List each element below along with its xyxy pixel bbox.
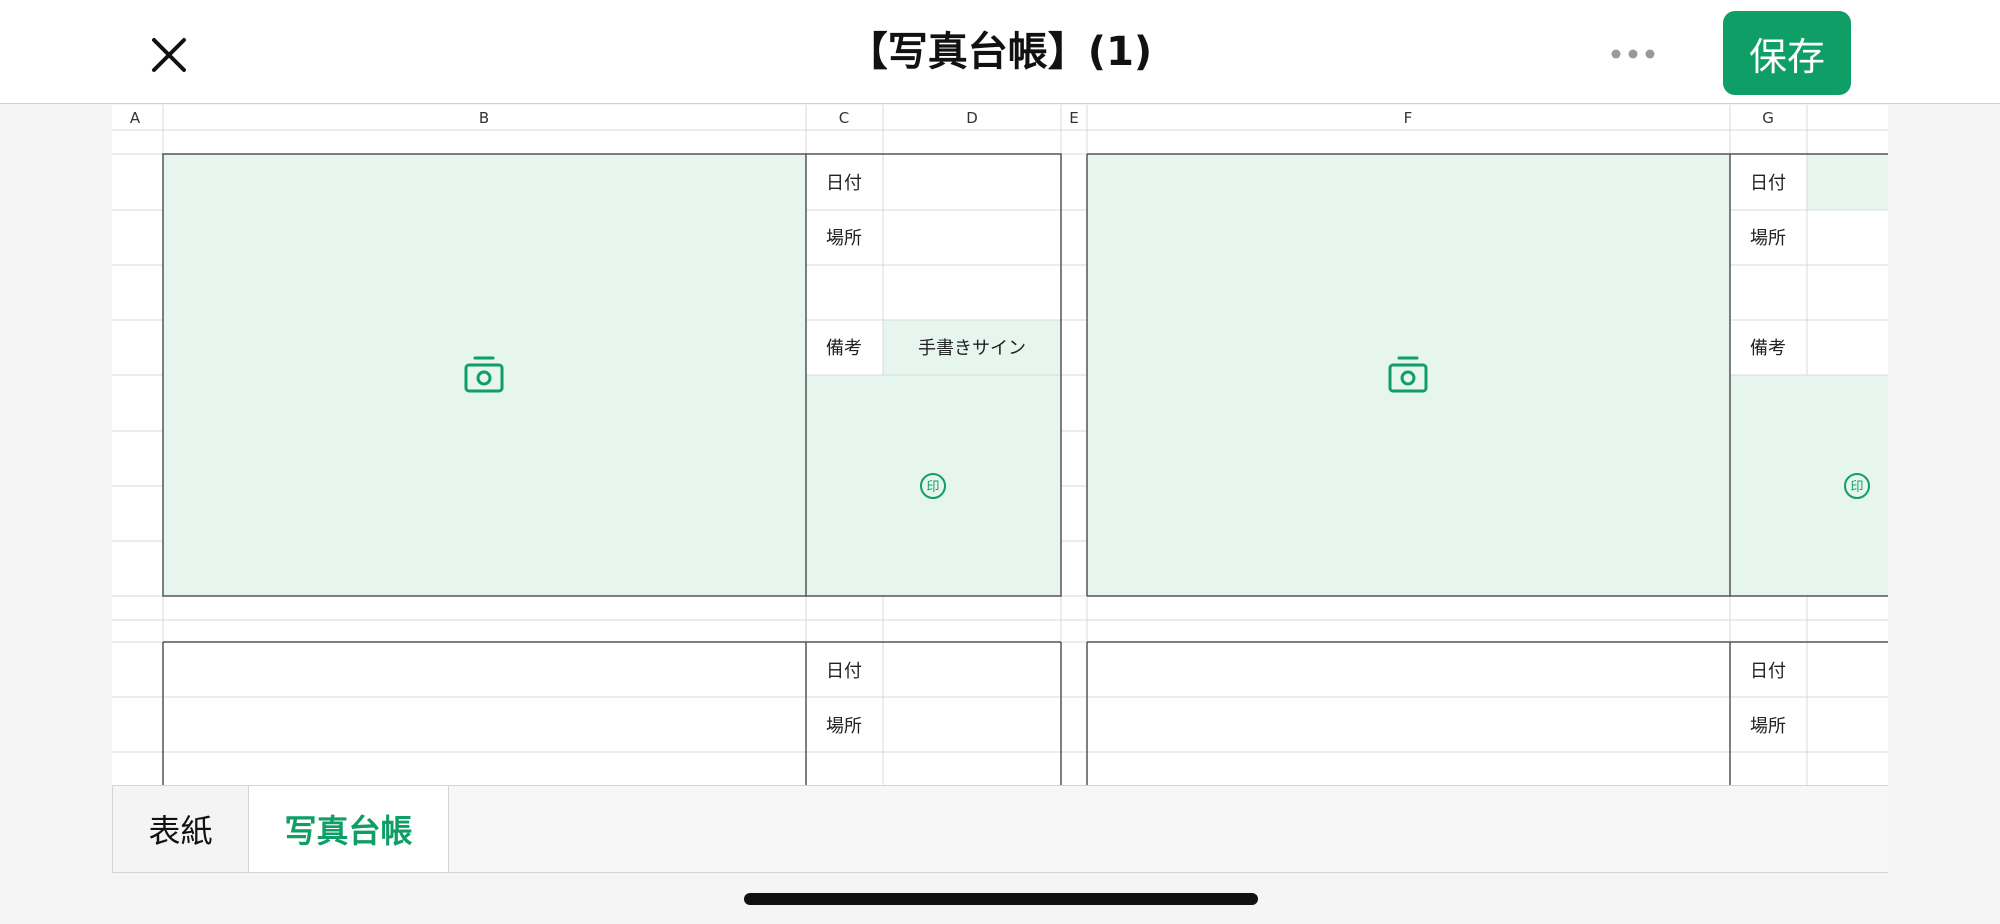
column-header-c[interactable]: C: [839, 109, 849, 127]
save-button[interactable]: 保存: [1723, 11, 1851, 95]
more-button[interactable]: [1610, 44, 1656, 64]
date-label: 日付: [826, 661, 862, 682]
date-label: 日付: [826, 173, 862, 194]
place-label: 場所: [1750, 716, 1786, 737]
place-label: 場所: [826, 228, 862, 249]
column-header-e[interactable]: E: [1069, 109, 1078, 127]
column-header-b[interactable]: B: [479, 109, 489, 127]
page-title: 【写真台帳】(1): [847, 29, 1153, 75]
date-label: 日付: [1750, 661, 1786, 682]
tab-cover[interactable]: 表紙: [113, 786, 249, 872]
stamp-label: 印: [926, 480, 939, 495]
place-label: 場所: [826, 716, 862, 737]
column-header-g[interactable]: G: [1762, 109, 1774, 127]
spreadsheet-viewport[interactable]: A B C D E F G 日付 場所 備考 手書きサイン 日付 場所 備考 日…: [112, 105, 1888, 785]
stamp-label: 印: [1850, 480, 1863, 495]
remarks-label: 備考: [826, 338, 862, 359]
column-header-f[interactable]: F: [1404, 109, 1413, 127]
home-indicator: [744, 893, 1258, 905]
more-horizontal-icon: [1611, 49, 1655, 59]
remarks-label: 備考: [1750, 338, 1786, 359]
sheet-tab-bar: 表紙 写真台帳: [112, 785, 1888, 873]
sheet-grid: A B C D E F G 日付 場所 備考 手書きサイン 日付 場所 備考 日…: [112, 105, 1888, 785]
place-label: 場所: [1750, 228, 1786, 249]
column-header-a[interactable]: A: [130, 109, 141, 127]
handwritten-signature-cell[interactable]: 手書きサイン: [918, 338, 1026, 359]
column-header-d[interactable]: D: [966, 109, 978, 127]
date-label: 日付: [1750, 173, 1786, 194]
tab-photo-ledger[interactable]: 写真台帳: [249, 786, 449, 872]
top-bar: 【写真台帳】(1) 保存: [0, 0, 2000, 104]
